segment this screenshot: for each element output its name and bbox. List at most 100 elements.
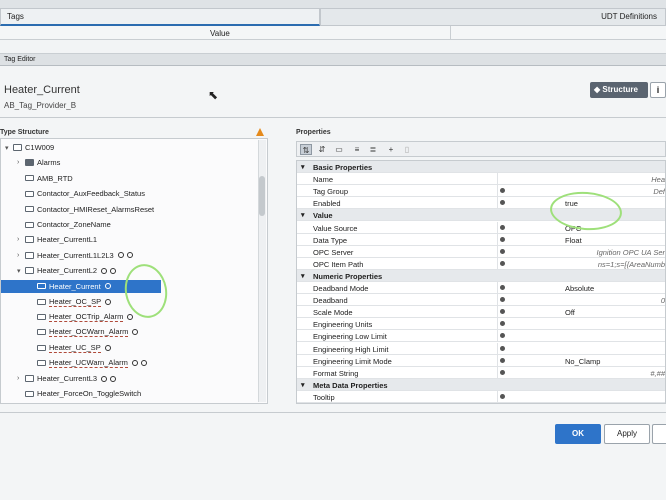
tree-item[interactable]: Heater_ForceOn_ToggleSwitch <box>17 387 141 400</box>
tree-item[interactable]: Heater_UC_SP <box>29 341 111 354</box>
property-row[interactable]: Scale Mode Off <box>297 306 665 319</box>
cancel-button[interactable] <box>652 424 666 444</box>
binding-dot-icon[interactable] <box>500 393 505 399</box>
binding-dot-icon[interactable] <box>500 248 505 254</box>
property-row[interactable]: Data Type Float <box>297 233 665 246</box>
property-value-truncated[interactable]: Hea <box>651 175 665 184</box>
property-name: Tooltip <box>313 392 335 402</box>
tree-item[interactable]: Contactor_ZoneName <box>17 218 111 231</box>
tree-item-label: Heater_UCWarn_Alarm <box>49 358 128 369</box>
property-row[interactable]: Format String #,## <box>297 366 665 379</box>
tree-item[interactable]: › Alarms <box>17 156 60 169</box>
tree-item[interactable]: AMB_RTD <box>17 172 73 185</box>
property-row[interactable]: OPC Server Ignition OPC UA Ser <box>297 245 666 258</box>
property-section-header[interactable]: ▾ Basic Properties <box>297 161 665 173</box>
property-value[interactable]: Absolute <box>565 284 594 293</box>
apply-button[interactable]: Apply <box>604 424 650 444</box>
sort-categorized-icon[interactable]: ⇅ <box>300 144 312 155</box>
binding-dot-icon[interactable] <box>500 297 505 303</box>
tree-item[interactable]: ▾ C1W009 <box>5 141 54 154</box>
property-value[interactable]: Off <box>565 308 575 317</box>
tree-item[interactable]: ▾ Heater_CurrentL2 <box>17 264 117 277</box>
tree-item[interactable]: Contactor_HMIReset_AlarmsReset <box>17 203 154 216</box>
tab-udt-definitions[interactable]: UDT Definitions <box>320 8 666 26</box>
property-row[interactable]: Deadband Mode Absolute <box>297 282 665 294</box>
tag-icon <box>37 329 46 336</box>
tree-item[interactable]: › Heater_CurrentL3 <box>17 372 117 385</box>
sort-alpha-icon[interactable]: ⇵ <box>316 144 328 155</box>
property-row[interactable]: Tag Group Def <box>297 185 665 198</box>
warning-icon[interactable] <box>256 128 264 136</box>
property-value-truncated[interactable]: Ignition OPC UA Ser <box>597 248 666 257</box>
property-name: Meta Data Properties <box>313 380 388 390</box>
binding-dot-icon[interactable] <box>500 309 505 315</box>
view-icon[interactable]: ▭ <box>333 144 345 155</box>
tree-item[interactable]: Heater_UCWarn_Alarm <box>29 357 147 370</box>
tree-item[interactable]: Heater_OC_SP <box>29 295 112 308</box>
column-divider <box>497 403 498 404</box>
column-divider <box>497 245 498 258</box>
binding-dot-icon[interactable] <box>500 224 505 230</box>
tag-icon <box>37 283 46 290</box>
expand-all-icon[interactable]: ≡ <box>351 144 363 155</box>
properties-toolbar: ⇅ ⇵ ▭ ≡ ≣ + ▯ <box>296 141 666 157</box>
tree-item-label: Heater_UC_SP <box>49 342 101 353</box>
chevron-right-icon[interactable]: › <box>17 252 25 259</box>
chevron-down-icon[interactable]: ▾ <box>301 211 305 219</box>
binding-dot-icon[interactable] <box>500 285 505 290</box>
property-value-truncated[interactable]: ns=1;s=[{AreaNumb <box>598 260 665 269</box>
property-row[interactable]: Engineering High Limit <box>297 342 665 355</box>
window-title: Tag Editor <box>4 56 36 63</box>
chevron-right-icon[interactable]: › <box>17 236 25 243</box>
override-status-icon <box>104 283 111 290</box>
tab-tags[interactable]: Tags <box>0 8 320 26</box>
property-row[interactable]: Deadband 0 <box>297 294 665 307</box>
property-value-truncated[interactable]: 0 <box>661 296 665 305</box>
chevron-right-icon[interactable]: › <box>17 375 25 382</box>
tree-item[interactable]: › Heater_CurrentL1L2L3 <box>17 249 133 262</box>
tree-item[interactable]: Contactor_AuxFeedback_Status <box>17 187 145 200</box>
structure-button[interactable]: ◆ Structure <box>590 82 648 98</box>
ok-button[interactable]: OK <box>555 424 601 444</box>
collapse-all-icon[interactable]: ≣ <box>367 144 379 155</box>
override-status-icon <box>132 329 139 336</box>
tree-item[interactable]: › Heater_CurrentL1 <box>17 233 97 246</box>
binding-dot-icon[interactable] <box>500 345 505 351</box>
tree-scrollbar-thumb[interactable] <box>259 176 265 216</box>
chevron-down-icon[interactable]: ▾ <box>301 381 305 389</box>
binding-dot-icon[interactable] <box>500 236 505 242</box>
binding-dot-icon[interactable] <box>500 260 505 266</box>
binding-dot-icon[interactable] <box>500 321 505 327</box>
tree-item[interactable]: Heater_OCTrip_Alarm <box>29 310 134 323</box>
property-row[interactable]: OPC Item Path ns=1;s=[{AreaNumb <box>297 257 665 270</box>
property-section-header[interactable]: ▾ Meta Data Properties <box>297 378 665 391</box>
chevron-right-icon[interactable]: › <box>17 159 25 166</box>
property-value[interactable]: No_Clamp <box>565 357 600 366</box>
info-button[interactable]: i <box>650 82 666 98</box>
property-value-truncated[interactable]: #,## <box>650 369 665 378</box>
chevron-down-icon[interactable]: ▾ <box>5 144 13 152</box>
tree-item[interactable]: Heater_OCWarn_Alarm <box>29 326 139 339</box>
property-row[interactable]: Engineering Limit Mode No_Clamp <box>297 354 665 367</box>
binding-dot-icon[interactable] <box>500 200 505 206</box>
chevron-down-icon[interactable]: ▾ <box>301 163 305 171</box>
property-name: Engineering Limit Mode <box>313 356 392 366</box>
binding-dot-icon[interactable] <box>500 357 505 363</box>
binding-dot-icon[interactable] <box>500 369 505 375</box>
property-row[interactable]: Documentation <box>297 403 666 404</box>
binding-dot-icon[interactable] <box>500 333 505 339</box>
value-row[interactable] <box>0 40 666 54</box>
binding-dot-icon[interactable] <box>500 188 505 194</box>
chevron-down-icon[interactable]: ▾ <box>17 267 25 275</box>
property-row[interactable]: Engineering Low Limit <box>297 330 665 343</box>
property-row[interactable]: Tooltip <box>297 390 665 403</box>
property-value[interactable]: Float <box>565 236 582 245</box>
chevron-down-icon[interactable]: ▾ <box>301 272 305 280</box>
add-icon[interactable]: + <box>385 144 397 155</box>
property-value-truncated[interactable]: Def <box>653 187 665 196</box>
delete-icon[interactable]: ▯ <box>401 144 413 155</box>
tag-icon <box>25 390 34 397</box>
property-row[interactable]: Engineering Units <box>297 318 665 331</box>
property-row[interactable]: Name Hea <box>297 173 665 186</box>
property-section-header[interactable]: ▾ Numeric Properties <box>297 269 665 282</box>
